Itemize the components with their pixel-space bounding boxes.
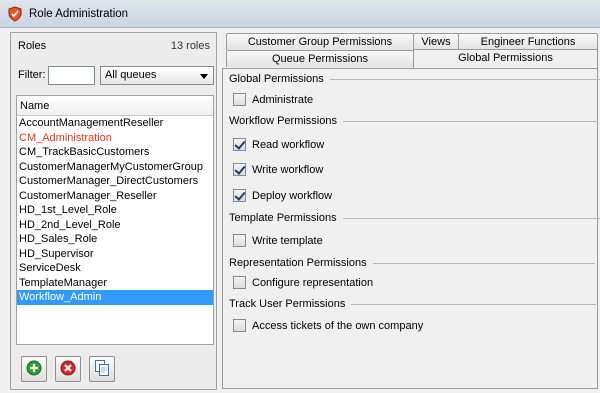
title-bar: Role Administration xyxy=(0,0,600,28)
checkbox-administrate[interactable]: Administrate xyxy=(233,93,313,106)
roles-panel: Roles 13 roles Filter: All queues Name A… xyxy=(10,32,217,390)
checkbox[interactable] xyxy=(233,319,246,332)
checkbox[interactable] xyxy=(233,234,246,247)
copy-role-button[interactable] xyxy=(89,356,115,382)
section-title: Representation Permissions xyxy=(229,257,367,269)
add-role-button[interactable] xyxy=(21,356,47,382)
list-item[interactable]: ServiceDesk xyxy=(17,261,213,276)
list-item[interactable]: CustomerManagerMyCustomerGroup xyxy=(17,160,213,175)
filter-label: Filter: xyxy=(18,69,46,81)
section-divider xyxy=(343,120,598,122)
add-icon xyxy=(26,360,42,379)
delete-icon xyxy=(60,360,76,379)
checkbox[interactable] xyxy=(233,93,246,106)
window-body: Roles 13 roles Filter: All queues Name A… xyxy=(0,28,600,393)
checkbox[interactable] xyxy=(233,138,246,151)
tab-engineer-functions[interactable]: Engineer Functions xyxy=(458,33,598,50)
window-title: Role Administration xyxy=(29,7,129,20)
copy-icon xyxy=(94,359,110,380)
list-item[interactable]: HD_Sales_Role xyxy=(17,232,213,247)
checkbox-label: Configure representation xyxy=(252,276,374,289)
checkbox-deploy-workflow[interactable]: Deploy workflow xyxy=(233,189,332,202)
tab-views[interactable]: Views xyxy=(413,33,459,50)
roles-count: 13 roles xyxy=(170,40,210,52)
tab-queue-permissions[interactable]: Queue Permissions xyxy=(226,50,414,67)
app-icon xyxy=(7,5,23,22)
checkbox-write-template[interactable]: Write template xyxy=(233,234,323,247)
section-title: Workflow Permissions xyxy=(229,115,337,127)
checkbox-configure-representation[interactable]: Configure representation xyxy=(233,276,373,289)
list-item[interactable]: CM_Administration xyxy=(17,131,213,146)
list-item[interactable]: AccountManagementReseller xyxy=(17,116,213,131)
checkbox-label: Deploy workflow xyxy=(252,189,333,202)
section-track-user-permissions: Track User Permissions xyxy=(229,298,597,310)
global-permissions-panel: Global Permissions Administrate Workflow… xyxy=(222,68,600,389)
checkbox[interactable] xyxy=(233,276,246,289)
list-item-selected[interactable]: Workflow_Admin xyxy=(17,290,213,305)
checkbox[interactable] xyxy=(233,163,246,176)
section-representation-permissions: Representation Permissions xyxy=(229,257,595,269)
roles-header: Roles 13 roles xyxy=(11,33,216,59)
section-global-permissions: Global Permissions xyxy=(229,73,600,85)
checkbox-label: Access tickets of the own company xyxy=(252,319,424,332)
section-workflow-permissions: Workflow Permissions xyxy=(229,115,598,127)
filter-row: Filter: All queues xyxy=(11,65,216,85)
column-header-name[interactable]: Name xyxy=(17,96,213,116)
section-title: Track User Permissions xyxy=(229,298,346,310)
section-title: Global Permissions xyxy=(229,73,324,85)
roles-title: Roles xyxy=(18,40,47,52)
checkbox-label: Administrate xyxy=(252,93,314,106)
checkbox-label: Write template xyxy=(252,234,323,247)
section-divider xyxy=(342,217,600,219)
section-template-permissions: Template Permissions xyxy=(229,212,600,224)
section-divider xyxy=(372,262,595,264)
checkbox-read-workflow[interactable]: Read workflow xyxy=(233,138,324,151)
list-item[interactable]: TemplateManager xyxy=(17,276,213,291)
list-item[interactable]: CustomerManager_DirectCustomers xyxy=(17,174,213,189)
list-item[interactable]: HD_Supervisor xyxy=(17,247,213,262)
queue-select-value: All queues xyxy=(105,69,157,81)
list-item[interactable]: CustomerManager_Reseller xyxy=(17,189,213,204)
delete-role-button[interactable] xyxy=(55,356,81,382)
tab-customer-group-permissions[interactable]: Customer Group Permissions xyxy=(226,33,414,50)
section-divider xyxy=(351,303,597,305)
section-divider xyxy=(329,78,600,80)
list-item[interactable]: CM_TrackBasicCustomers xyxy=(17,145,213,160)
chevron-down-icon xyxy=(200,73,208,79)
roles-list[interactable]: Name AccountManagementReseller CM_Admini… xyxy=(16,95,214,345)
list-item[interactable]: HD_2nd_Level_Role xyxy=(17,218,213,233)
section-title: Template Permissions xyxy=(229,212,337,224)
list-item[interactable]: HD_1st_Level_Role xyxy=(17,203,213,218)
queue-select[interactable]: All queues xyxy=(100,65,214,85)
checkbox-write-workflow[interactable]: Write workflow xyxy=(233,163,323,176)
tab-global-permissions[interactable]: Global Permissions xyxy=(413,49,598,68)
permissions-tabs: Customer Group Permissions Views Enginee… xyxy=(222,32,600,393)
checkbox-access-own-company-tickets[interactable]: Access tickets of the own company xyxy=(233,319,423,332)
checkbox-label: Read workflow xyxy=(252,138,325,151)
roles-button-row xyxy=(21,356,115,386)
filter-input[interactable] xyxy=(48,65,95,85)
checkbox-label: Write workflow xyxy=(252,163,324,176)
checkbox[interactable] xyxy=(233,189,246,202)
